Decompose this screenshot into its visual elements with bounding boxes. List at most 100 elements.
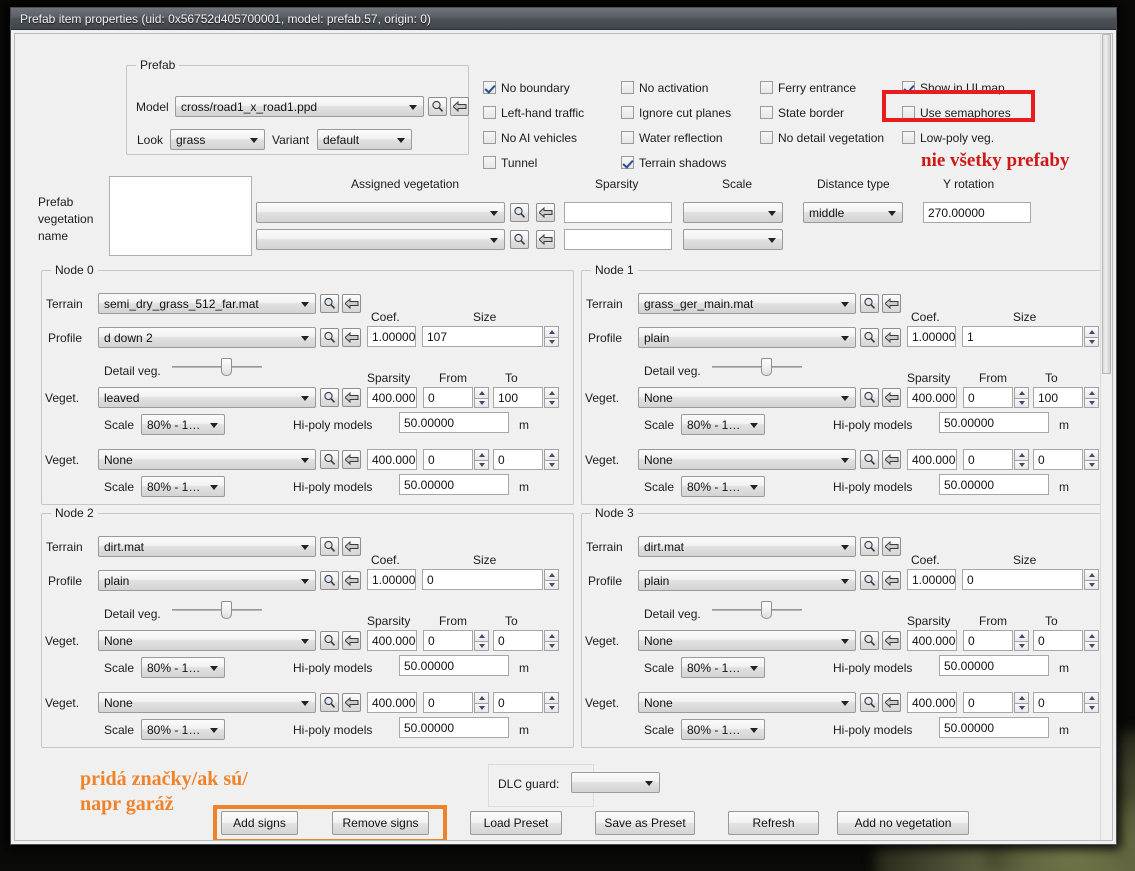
node-2-profile-apply-button[interactable] xyxy=(342,571,361,590)
node-2-veget-0-to-input[interactable]: 0 xyxy=(493,630,543,651)
checkbox-use-semaphores[interactable]: Use semaphores xyxy=(902,100,1032,125)
node-3-terrain-apply-button[interactable] xyxy=(882,537,901,556)
node-0-veget-1-search-button[interactable] xyxy=(320,450,339,469)
node-1-veget-1-from-stepper-up[interactable] xyxy=(1014,449,1029,460)
node-3-size-stepper[interactable] xyxy=(1084,569,1099,590)
prefab-vegetation-scale-combo-1[interactable] xyxy=(683,202,783,223)
checkbox-terrain-shadows[interactable]: Terrain shadows xyxy=(621,150,761,175)
node-2-veget-1-from-stepper-down[interactable] xyxy=(474,702,489,713)
checkbox-no-boundary[interactable]: No boundary xyxy=(483,75,618,100)
refresh-button[interactable]: Refresh xyxy=(728,811,819,835)
node-1-veget-0-to-input[interactable]: 100 xyxy=(1033,387,1083,408)
node-0-veget-1-from-stepper-down[interactable] xyxy=(474,459,489,470)
checkbox-left-hand-traffic[interactable]: Left-hand traffic xyxy=(483,100,618,125)
node-3-veget-1-search-button[interactable] xyxy=(860,693,879,712)
node-0-veget-1-to-stepper-down[interactable] xyxy=(544,459,559,470)
node-0-veget-1-sparsity-input[interactable]: 400.0000 xyxy=(367,449,417,470)
node-1-veget-0-apply-button[interactable] xyxy=(882,388,901,407)
node-0-veget-0-from-stepper-down[interactable] xyxy=(474,397,489,408)
prefab-vegetation-name-box[interactable] xyxy=(109,176,252,256)
node-3-veget-0-to-stepper-down[interactable] xyxy=(1084,640,1099,651)
node-0-veget-1-to-input[interactable]: 0 xyxy=(493,449,543,470)
dlc-guard-combo[interactable] xyxy=(571,772,660,793)
node-2-veget-0-combo[interactable]: None xyxy=(98,630,316,651)
node-1-veget-1-combo[interactable]: None xyxy=(638,449,856,470)
load-preset-button[interactable]: Load Preset xyxy=(470,811,562,835)
node-0-veget-0-from-input[interactable]: 0 xyxy=(423,387,473,408)
node-1-veget-1-to-input[interactable]: 0 xyxy=(1033,449,1083,470)
node-1-veget-1-apply-button[interactable] xyxy=(882,450,901,469)
prefab-vegetation-sparsity-1[interactable] xyxy=(564,202,672,223)
model-search-button[interactable] xyxy=(428,97,447,116)
node-0-veget-0-to-stepper-down[interactable] xyxy=(544,397,559,408)
node-1-veget-0-to-stepper-down[interactable] xyxy=(1084,397,1099,408)
node-0-size-input[interactable]: 107 xyxy=(422,326,543,347)
checkbox-show-in-ui-map[interactable]: Show in UI map xyxy=(902,75,1032,100)
slider-knob[interactable] xyxy=(221,358,232,376)
variant-combo[interactable]: default xyxy=(317,129,412,150)
node-3-veget-0-from-stepper-up[interactable] xyxy=(1014,630,1029,641)
node-2-veget-1-sparsity-input[interactable]: 400.0000 xyxy=(367,692,417,713)
node-1-profile-search-button[interactable] xyxy=(860,328,879,347)
node-1-size-stepper[interactable] xyxy=(1084,326,1099,347)
node-1-veget-1-from-stepper-down[interactable] xyxy=(1014,459,1029,470)
node-2-veget-0-sparsity-input[interactable]: 400.0000 xyxy=(367,630,417,651)
slider-knob[interactable] xyxy=(761,601,772,619)
node-2-veget-0-from-stepper-down[interactable] xyxy=(474,640,489,651)
node-2-veget-1-to-stepper-down[interactable] xyxy=(544,702,559,713)
node-0-detail-veg-slider[interactable] xyxy=(172,358,262,376)
node-3-veget-1-from-stepper-down[interactable] xyxy=(1014,702,1029,713)
node-0-profile-apply-button[interactable] xyxy=(342,328,361,347)
node-0-veget-0-to-stepper[interactable] xyxy=(544,387,559,408)
node-3-veget-1-scale-combo[interactable]: 80% - 120% xyxy=(681,719,765,740)
node-2-size-input[interactable]: 0 xyxy=(422,569,543,590)
node-0-veget-0-search-button[interactable] xyxy=(320,388,339,407)
checkbox-low-poly-veg[interactable]: Low-poly veg. xyxy=(902,125,1032,150)
node-2-terrain-combo[interactable]: dirt.mat xyxy=(98,536,316,557)
node-1-veget-1-hipoly-input[interactable]: 50.00000 xyxy=(939,474,1049,495)
node-1-veget-1-search-button[interactable] xyxy=(860,450,879,469)
node-0-veget-0-to-stepper-up[interactable] xyxy=(544,387,559,398)
node-2-veget-1-hipoly-input[interactable]: 50.00000 xyxy=(399,717,509,738)
node-3-veget-1-to-stepper[interactable] xyxy=(1084,692,1099,713)
node-3-veget-0-hipoly-input[interactable]: 50.00000 xyxy=(939,655,1049,676)
node-2-size-stepper-up[interactable] xyxy=(544,569,559,580)
node-0-veget-0-combo[interactable]: leaved xyxy=(98,387,316,408)
node-1-veget-1-sparsity-input[interactable]: 400.0000 xyxy=(907,449,957,470)
checkbox-tunnel[interactable]: Tunnel xyxy=(483,150,618,175)
node-0-veget-1-hipoly-input[interactable]: 50.00000 xyxy=(399,474,509,495)
node-2-size-stepper[interactable] xyxy=(544,569,559,590)
node-0-size-stepper[interactable] xyxy=(544,326,559,347)
node-1-veget-1-to-stepper-down[interactable] xyxy=(1084,459,1099,470)
remove-signs-button[interactable]: Remove signs xyxy=(332,811,429,835)
checkbox-no-activation[interactable]: No activation xyxy=(621,75,761,100)
node-2-profile-search-button[interactable] xyxy=(320,571,339,590)
node-1-veget-0-hipoly-input[interactable]: 50.00000 xyxy=(939,412,1049,433)
add-signs-button[interactable]: Add signs xyxy=(221,811,298,835)
node-3-detail-veg-slider[interactable] xyxy=(712,601,802,619)
checkbox-ignore-cut-planes[interactable]: Ignore cut planes xyxy=(621,100,761,125)
node-3-veget-1-apply-button[interactable] xyxy=(882,693,901,712)
node-3-terrain-combo[interactable]: dirt.mat xyxy=(638,536,856,557)
y-rotation-input[interactable]: 270.00000 xyxy=(923,202,1031,223)
node-3-veget-0-apply-button[interactable] xyxy=(882,631,901,650)
node-2-veget-0-to-stepper-up[interactable] xyxy=(544,630,559,641)
node-3-veget-0-combo[interactable]: None xyxy=(638,630,856,651)
node-0-veget-1-from-input[interactable]: 0 xyxy=(423,449,473,470)
model-combo[interactable]: cross/road1_x_road1.ppd xyxy=(175,96,424,117)
node-0-size-stepper-down[interactable] xyxy=(544,336,559,347)
node-3-veget-0-from-stepper-down[interactable] xyxy=(1014,640,1029,651)
node-2-veget-0-scale-combo[interactable]: 80% - 120% xyxy=(141,657,225,678)
node-3-veget-1-from-stepper[interactable] xyxy=(1014,692,1029,713)
node-2-veget-1-from-input[interactable]: 0 xyxy=(423,692,473,713)
checkbox-ferry-entrance[interactable]: Ferry entrance xyxy=(760,75,910,100)
node-1-veget-1-to-stepper-up[interactable] xyxy=(1084,449,1099,460)
node-3-veget-1-to-input[interactable]: 0 xyxy=(1033,692,1083,713)
node-0-profile-combo[interactable]: d down 2 xyxy=(98,327,316,348)
node-2-coef-input[interactable]: 1.00000 xyxy=(367,569,416,590)
node-2-veget-1-from-stepper[interactable] xyxy=(474,692,489,713)
node-2-veget-0-to-stepper-down[interactable] xyxy=(544,640,559,651)
node-3-veget-1-combo[interactable]: None xyxy=(638,692,856,713)
node-1-veget-0-scale-combo[interactable]: 80% - 120% xyxy=(681,414,765,435)
node-0-terrain-combo[interactable]: semi_dry_grass_512_far.mat xyxy=(98,293,316,314)
